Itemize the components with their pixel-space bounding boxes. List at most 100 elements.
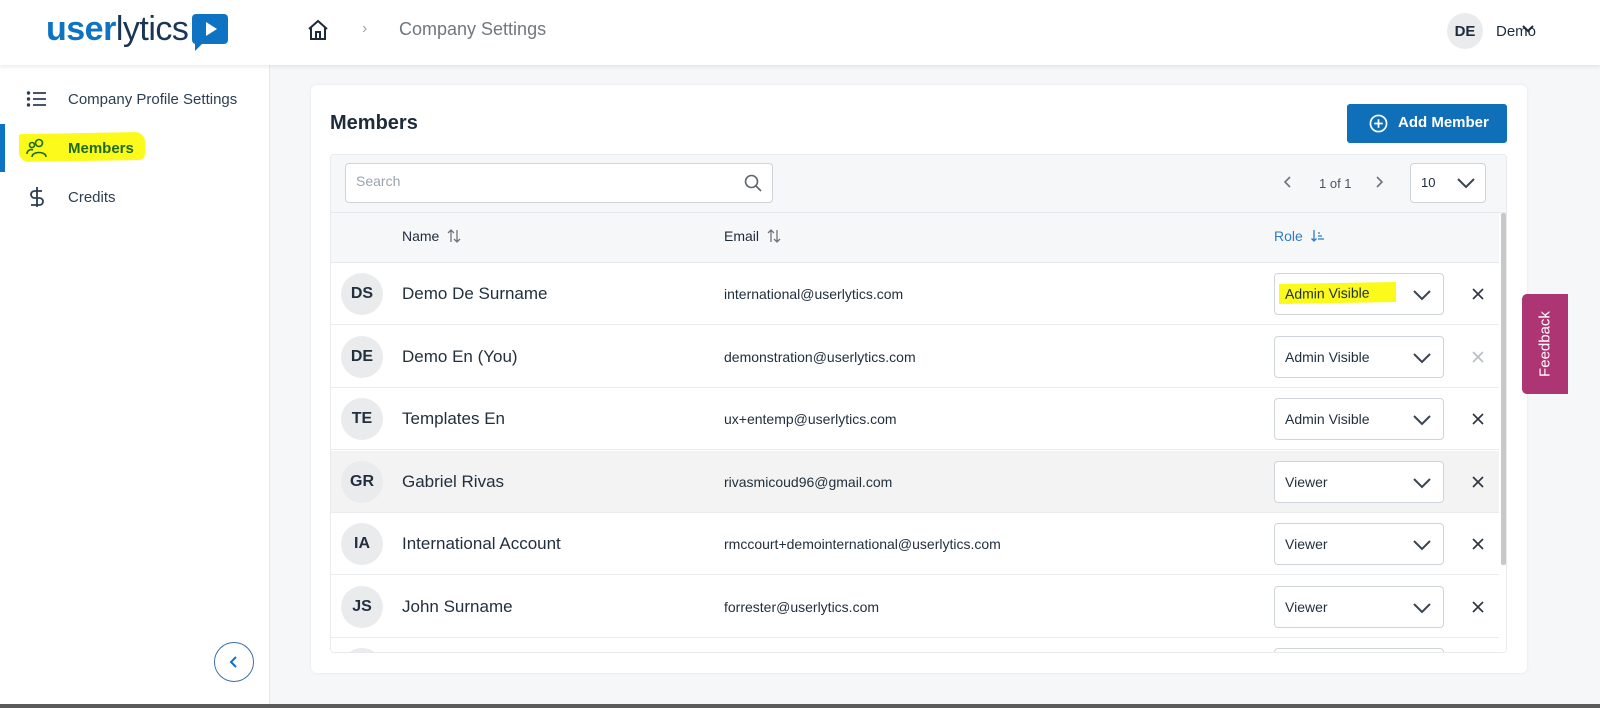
list-icon bbox=[26, 91, 46, 107]
users-icon bbox=[26, 138, 47, 158]
sidebar-item-company-profile-settings[interactable]: Company Profile Settings bbox=[0, 75, 270, 123]
sidebar-item-credits[interactable]: Credits bbox=[0, 173, 270, 221]
member-name: John Surname bbox=[402, 596, 513, 616]
table-row[interactable]: DS Demo De Surname international@userlyt… bbox=[331, 263, 1499, 325]
column-label: Role bbox=[1274, 228, 1303, 244]
chevron-down-icon[interactable] bbox=[1522, 24, 1534, 34]
sidebar-item-label: Company Profile Settings bbox=[68, 90, 238, 108]
search-field[interactable] bbox=[345, 163, 773, 203]
column-header-email[interactable]: Email bbox=[724, 228, 781, 244]
member-avatar: TE bbox=[341, 398, 383, 440]
remove-member-icon[interactable] bbox=[1471, 537, 1485, 551]
breadcrumb-separator: › bbox=[362, 20, 368, 37]
chevron-down-icon bbox=[1413, 540, 1431, 551]
chevron-down-icon bbox=[1413, 290, 1431, 301]
member-email: rivasmicoud96@gmail.com bbox=[724, 473, 893, 490]
next-page-button[interactable] bbox=[1372, 174, 1386, 190]
role-value: Viewer bbox=[1285, 473, 1328, 490]
member-avatar: IA bbox=[341, 523, 383, 565]
dollar-icon bbox=[30, 187, 44, 207]
member-avatar: GR bbox=[341, 460, 383, 503]
previous-page-button[interactable] bbox=[1281, 174, 1295, 190]
play-icon bbox=[192, 14, 229, 51]
role-select[interactable]: Admin Visible bbox=[1274, 398, 1444, 440]
role-select[interactable]: Viewer bbox=[1274, 460, 1444, 503]
member-avatar bbox=[341, 648, 383, 652]
table-row[interactable]: TE Templates En ux+entemp@userlytics.com… bbox=[331, 388, 1499, 450]
role-select[interactable]: Admin Visible bbox=[1274, 335, 1444, 378]
feedback-tab[interactable]: Feedback bbox=[1522, 294, 1568, 394]
table-row-partial bbox=[331, 638, 1499, 652]
page-size-value: 10 bbox=[1421, 175, 1436, 190]
scrollbar-thumb[interactable] bbox=[1501, 213, 1506, 565]
member-avatar: JS bbox=[341, 585, 383, 628]
member-name: Templates En bbox=[402, 409, 505, 428]
pagination-text: 1 of 1 bbox=[1319, 176, 1352, 191]
logo-text-user: user bbox=[46, 10, 116, 48]
role-value: Viewer bbox=[1285, 536, 1328, 552]
sort-ascending-icon[interactable] bbox=[1310, 229, 1325, 243]
add-member-button[interactable]: Add Member bbox=[1347, 104, 1507, 143]
remove-member-icon[interactable] bbox=[1471, 600, 1485, 614]
member-email: rmccourt+demointernational@userlytics.co… bbox=[724, 536, 1001, 552]
user-avatar: DE bbox=[1446, 13, 1483, 49]
role-value: Viewer bbox=[1285, 598, 1328, 615]
table-row[interactable]: GR Gabriel Rivas rivasmicoud96@gmail.com… bbox=[331, 450, 1499, 513]
search-icon[interactable] bbox=[744, 174, 762, 192]
column-label: Name bbox=[402, 228, 440, 244]
chevron-down-icon bbox=[1457, 178, 1475, 189]
chevron-down-icon bbox=[1413, 352, 1431, 363]
search-input[interactable] bbox=[356, 173, 726, 189]
role-select[interactable] bbox=[1274, 648, 1444, 652]
member-email: international@userlytics.com bbox=[724, 286, 904, 302]
role-value: Admin Visible bbox=[1279, 281, 1396, 305]
top-header: userlytics › Company Settings DE Demo bbox=[0, 0, 1600, 65]
table-scrollbar[interactable] bbox=[1500, 213, 1506, 652]
table-row[interactable]: DE Demo En (You) demonstration@userlytic… bbox=[331, 325, 1499, 388]
sidebar-item-label: Credits bbox=[68, 188, 116, 206]
sort-icon[interactable] bbox=[447, 229, 461, 243]
chevron-down-icon bbox=[1413, 602, 1431, 613]
collapse-sidebar-button[interactable] bbox=[214, 642, 254, 682]
add-member-label: Add Member bbox=[1398, 114, 1489, 131]
window-border bbox=[0, 704, 1600, 708]
remove-member-icon[interactable] bbox=[1471, 287, 1485, 301]
column-header-name[interactable]: Name bbox=[402, 228, 461, 244]
table-row[interactable]: JS John Surname forrester@userlytics.com… bbox=[331, 575, 1499, 638]
userlytics-logo[interactable]: userlytics bbox=[46, 10, 229, 51]
chevron-down-icon bbox=[1413, 415, 1431, 426]
role-select[interactable]: Viewer bbox=[1274, 523, 1444, 565]
plus-circle-icon bbox=[1369, 114, 1388, 133]
chevron-down-icon bbox=[1413, 477, 1431, 488]
chevron-left-icon bbox=[229, 656, 237, 668]
home-icon[interactable] bbox=[306, 18, 330, 42]
column-header-role[interactable]: Role bbox=[1274, 228, 1325, 244]
table-toolbar: 1 of 1 10 bbox=[331, 155, 1506, 213]
member-email: demonstration@userlytics.com bbox=[724, 348, 916, 365]
sort-icon[interactable] bbox=[767, 229, 781, 243]
role-select[interactable]: Admin Visible bbox=[1274, 273, 1444, 315]
member-email: forrester@userlytics.com bbox=[724, 598, 880, 615]
member-name: International Account bbox=[402, 534, 561, 553]
member-email: ux+entemp@userlytics.com bbox=[724, 411, 897, 427]
page-title: Members bbox=[330, 112, 418, 134]
logo-text-lytics: lytics bbox=[115, 10, 189, 48]
sidebar: Company Profile Settings Members Credits bbox=[0, 65, 270, 708]
member-avatar: DE bbox=[341, 335, 383, 378]
member-name: Gabriel Rivas bbox=[402, 471, 505, 491]
sidebar-item-label: Members bbox=[68, 139, 134, 157]
feedback-label: Feedback bbox=[1536, 311, 1554, 377]
member-name: Demo En (You) bbox=[402, 346, 518, 366]
table-header: Name Email Role bbox=[331, 213, 1499, 263]
member-avatar: DS bbox=[341, 273, 383, 315]
role-value: Admin Visible bbox=[1285, 411, 1370, 427]
remove-member-icon[interactable] bbox=[1471, 412, 1485, 426]
members-card: Members Add Member 1 of 1 10 Name Em bbox=[311, 85, 1527, 673]
role-select[interactable]: Viewer bbox=[1274, 585, 1444, 628]
table-row[interactable]: IA International Account rmccourt+demoin… bbox=[331, 513, 1499, 575]
members-table: 1 of 1 10 Name Email Role DS Demo De bbox=[330, 154, 1507, 653]
page-size-select[interactable]: 10 bbox=[1410, 163, 1486, 203]
sidebar-item-members[interactable]: Members bbox=[0, 124, 270, 172]
breadcrumb-current: Company Settings bbox=[399, 19, 547, 39]
remove-member-icon[interactable] bbox=[1471, 475, 1485, 489]
